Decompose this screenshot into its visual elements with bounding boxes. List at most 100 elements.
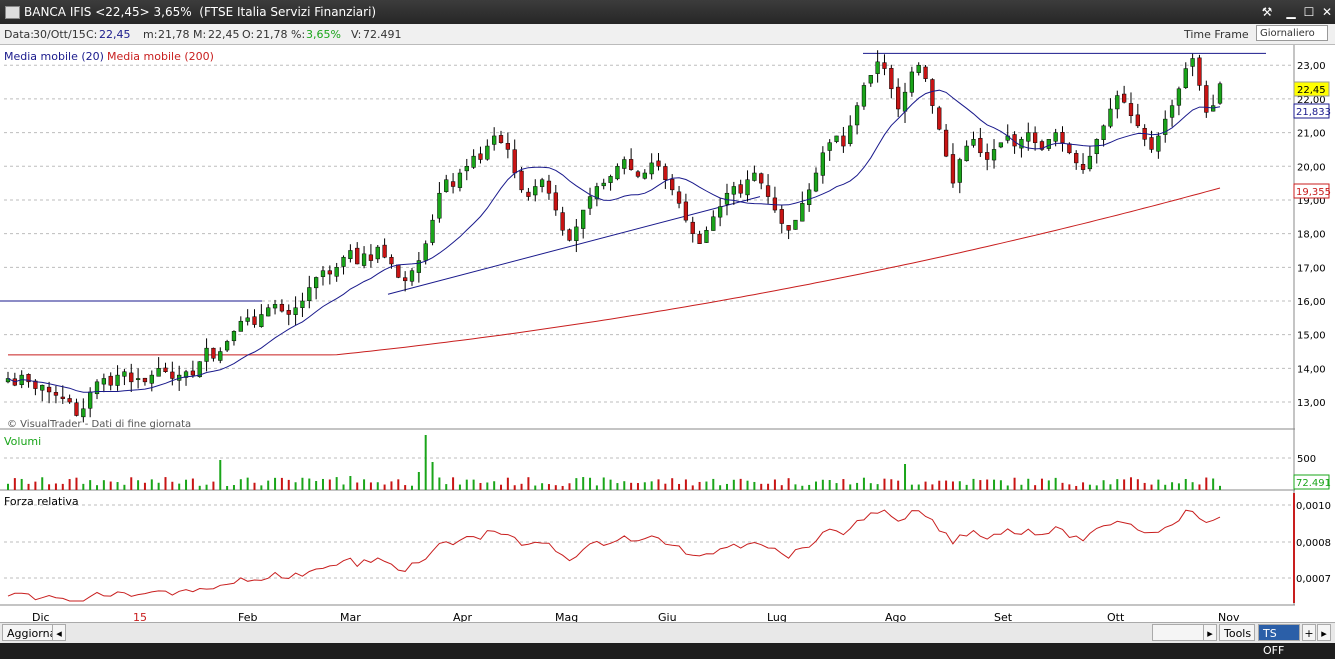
- volume-bar: [801, 485, 804, 490]
- volume-bar: [794, 484, 797, 490]
- volume-bar: [773, 479, 776, 490]
- candle-body: [950, 154, 956, 184]
- rs-line: [7, 509, 1221, 602]
- timeframe-select[interactable]: Giornaliero: [1256, 25, 1328, 41]
- price-tick-label: 21,00: [1297, 129, 1326, 140]
- volume-bar: [684, 479, 687, 490]
- volume-bar: [938, 480, 941, 490]
- maximize-button[interactable]: ☐: [1300, 3, 1318, 21]
- candle-body: [1204, 85, 1209, 113]
- volume-bar: [294, 482, 297, 490]
- candle-body: [635, 171, 641, 177]
- volume-bar: [390, 481, 393, 490]
- candle-body: [745, 179, 750, 196]
- volume-bar: [150, 479, 153, 490]
- volume-bar: [780, 485, 783, 490]
- volume-bar: [267, 480, 270, 490]
- volume-bar: [1164, 484, 1167, 490]
- volume-bar: [342, 484, 345, 490]
- scroll-right-icon[interactable]: ▸: [1203, 624, 1217, 641]
- candle-body: [1067, 143, 1072, 154]
- scroll-left-icon[interactable]: ◂: [52, 624, 66, 641]
- volume-value: 72.491: [363, 28, 402, 41]
- candle-body: [649, 162, 654, 175]
- price-tick-label: 18,00: [1297, 230, 1326, 241]
- candle-body: [546, 180, 552, 194]
- volume-bar: [945, 480, 948, 490]
- close-button[interactable]: ✕: [1318, 3, 1335, 21]
- tools-button[interactable]: Tools: [1219, 624, 1255, 641]
- volume-bar: [993, 479, 996, 490]
- candle-body: [622, 159, 627, 169]
- volume-bar: [1219, 485, 1221, 490]
- minimize-button[interactable]: ▁: [1282, 3, 1300, 21]
- close-label: C:: [86, 28, 98, 41]
- candle-body: [772, 197, 778, 211]
- x-axis-label: Ago: [885, 611, 907, 622]
- candle-body: [1053, 132, 1058, 142]
- volume-bar: [404, 485, 407, 490]
- x-axis-label: Giu: [658, 611, 677, 622]
- x-axis-label: Set: [994, 611, 1013, 622]
- volume-bar: [732, 479, 735, 490]
- volume-bar: [445, 484, 448, 490]
- volume-bar: [164, 477, 167, 490]
- volume-bar: [712, 478, 715, 490]
- settings-icon[interactable]: ⚒: [1258, 3, 1276, 21]
- candle-body: [868, 75, 873, 84]
- candle-body: [690, 221, 695, 234]
- candle-body: [348, 250, 353, 259]
- candle-body: [943, 129, 949, 157]
- volume-bar: [89, 480, 92, 490]
- volume-bar: [1020, 484, 1023, 490]
- volume-bar: [520, 483, 523, 490]
- volume-bar: [1129, 477, 1132, 490]
- chart-area[interactable]: 13,00 14,00 15,00 16,00 17,00 18,00 19,00 20,00…: [0, 45, 1335, 624]
- volume-bar: [356, 482, 359, 490]
- volume-bar: [513, 485, 516, 490]
- ma20-value: 21,833: [1296, 107, 1331, 118]
- volume-bar: [1027, 478, 1030, 490]
- candle-body: [450, 181, 456, 187]
- zoom-in-button[interactable]: +: [1302, 624, 1316, 641]
- volume-bar: [328, 479, 331, 490]
- candle-body: [1101, 125, 1106, 140]
- candle-body: [190, 370, 196, 376]
- candle-body: [1183, 68, 1188, 89]
- candle-body: [765, 185, 771, 197]
- ts-toggle[interactable]: TS OFF: [1258, 624, 1300, 657]
- volume-bar: [239, 479, 242, 490]
- volume-bar: [102, 480, 105, 490]
- volume-bar: [1109, 484, 1112, 490]
- candle-body: [937, 107, 942, 130]
- candle-body: [1074, 153, 1079, 164]
- ma200-layer: [0, 52, 1266, 356]
- candle-body: [40, 384, 45, 391]
- candle-body: [526, 191, 531, 197]
- candle-body: [752, 172, 757, 181]
- volume-bar: [438, 477, 441, 490]
- candle-body: [587, 196, 593, 209]
- scroll-end-icon[interactable]: ▸: [1317, 624, 1331, 641]
- candle-body: [293, 307, 298, 315]
- volume-bar: [650, 481, 653, 490]
- candle-body: [800, 203, 805, 222]
- volume-bar: [1177, 483, 1180, 490]
- candle-body: [779, 209, 784, 224]
- candle-body: [704, 230, 709, 243]
- volume-bar: [1136, 479, 1139, 490]
- candle-body: [444, 179, 449, 192]
- candle-body: [53, 392, 59, 396]
- ma200-value: 19,355: [1296, 187, 1331, 198]
- candle-body: [718, 206, 723, 218]
- candle-body: [896, 86, 901, 110]
- candle-body: [882, 62, 887, 69]
- candle-body: [430, 219, 435, 243]
- volume-bar: [369, 482, 372, 490]
- volume-bar: [1006, 485, 1009, 490]
- candle-body: [786, 225, 791, 231]
- rs-panel-title: Forza relativa: [4, 495, 79, 508]
- volume-bar: [705, 481, 708, 490]
- change-value: 3,65%: [306, 28, 341, 41]
- volume-panel-title: Volumi: [4, 435, 41, 448]
